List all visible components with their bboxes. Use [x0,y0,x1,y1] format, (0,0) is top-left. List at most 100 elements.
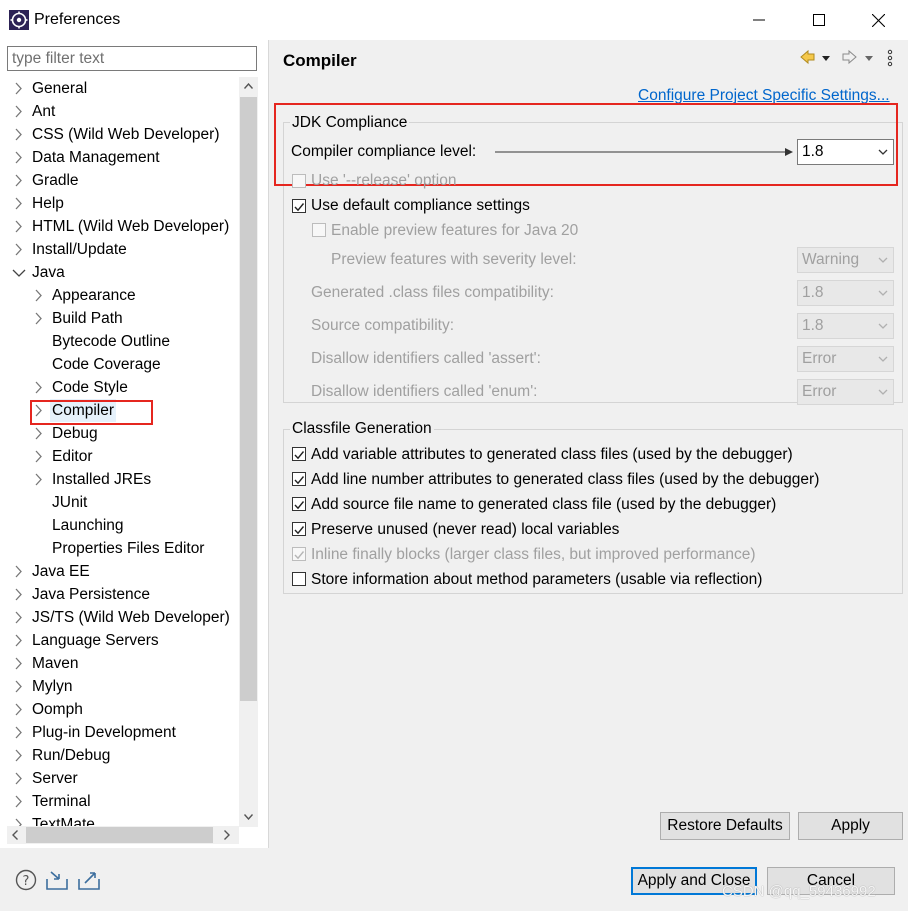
chevron-right-icon[interactable] [12,146,26,169]
chevron-right-icon[interactable] [12,629,26,652]
scroll-left-icon[interactable] [12,830,18,840]
chevron-right-icon[interactable] [12,813,26,827]
scroll-up-icon[interactable] [244,83,253,89]
close-window-button[interactable] [855,4,901,36]
release-option-checkbox[interactable] [292,174,306,188]
tree-item[interactable]: Build Path [0,307,239,330]
tree-item[interactable]: HTML (Wild Web Developer) [0,215,239,238]
tree-item[interactable]: Properties Files Editor [0,537,239,560]
chevron-right-icon[interactable] [12,698,26,721]
tree-horizontal-scrollbar[interactable] [7,826,239,844]
disallow-assert-select[interactable]: Error [797,346,894,372]
tree-item[interactable]: Appearance [0,284,239,307]
tree-item[interactable]: Oomph [0,698,239,721]
chevron-right-icon[interactable] [12,169,26,192]
preview-severity-select[interactable]: Warning [797,247,894,273]
chevron-right-icon[interactable] [32,445,46,468]
import-button[interactable] [45,869,69,891]
chevron-right-icon[interactable] [32,307,46,330]
help-button[interactable]: ? [15,869,37,891]
tree-item[interactable]: Bytecode Outline [0,330,239,353]
tree-item[interactable]: Language Servers [0,629,239,652]
scroll-right-icon[interactable] [224,830,230,840]
chevron-right-icon[interactable] [12,215,26,238]
tree-item[interactable]: JUnit [0,491,239,514]
filter-input[interactable] [7,46,257,71]
chevron-right-icon[interactable] [12,767,26,790]
classfile-option-checkbox[interactable] [292,572,306,586]
disallow-enum-select[interactable]: Error [797,379,894,405]
tree-item[interactable]: JS/TS (Wild Web Developer) [0,606,239,629]
chevron-right-icon[interactable] [12,606,26,629]
restore-defaults-button[interactable]: Restore Defaults [660,812,790,840]
chevron-down-icon[interactable] [12,261,26,284]
tree-item[interactable]: Java EE [0,560,239,583]
view-menu-button[interactable] [884,49,896,67]
tree-item[interactable]: Installed JREs [0,468,239,491]
tree-item[interactable]: Maven [0,652,239,675]
tree-item[interactable]: Install/Update [0,238,239,261]
tree-item[interactable]: Gradle [0,169,239,192]
tree-item[interactable]: Data Management [0,146,239,169]
chevron-right-icon[interactable] [12,721,26,744]
source-compat-select[interactable]: 1.8 [797,313,894,339]
chevron-right-icon[interactable] [32,422,46,445]
chevron-right-icon[interactable] [12,123,26,146]
tree-item[interactable]: Launching [0,514,239,537]
tree-item[interactable]: CSS (Wild Web Developer) [0,123,239,146]
forward-button[interactable] [842,49,876,67]
tree-item[interactable]: Code Style [0,376,239,399]
tree-item-label: Plug-in Development [32,724,176,741]
classfile-option-checkbox[interactable] [292,472,306,486]
chevron-right-icon[interactable] [32,468,46,491]
chevron-right-icon[interactable] [32,376,46,399]
chevron-right-icon[interactable] [12,583,26,606]
classfile-option-label: Add source file name to generated class … [311,496,777,513]
classfile-option-checkbox[interactable] [292,547,306,561]
tree-item[interactable]: General [0,77,239,100]
enable-preview-checkbox[interactable] [312,223,326,237]
tree-vertical-scrollbar[interactable] [239,77,258,827]
tree-item[interactable]: Java Persistence [0,583,239,606]
chevron-right-icon[interactable] [12,560,26,583]
maximize-button[interactable] [796,4,842,36]
apply-button[interactable]: Apply [798,812,903,840]
panel-divider[interactable] [268,40,269,848]
tree-item-label: Oomph [32,701,83,718]
minimize-button[interactable] [736,4,782,36]
tree-item[interactable]: Run/Debug [0,744,239,767]
classfile-option-checkbox[interactable] [292,447,306,461]
preview-severity-value: Warning [802,251,860,268]
tree-item[interactable]: Server [0,767,239,790]
classfile-option-checkbox[interactable] [292,522,306,536]
classfile-option-checkbox[interactable] [292,497,306,511]
export-button[interactable] [77,869,101,891]
chevron-right-icon[interactable] [12,238,26,261]
tree-item[interactable]: Plug-in Development [0,721,239,744]
tree-item[interactable]: Terminal [0,790,239,813]
classfile-option-label: Inline finally blocks (larger class file… [311,546,756,563]
chevron-down-icon [878,257,888,263]
chevron-right-icon[interactable] [32,284,46,307]
scroll-down-icon[interactable] [244,814,253,820]
back-button[interactable] [800,49,830,67]
chevron-right-icon[interactable] [12,652,26,675]
tree-item[interactable]: Debug [0,422,239,445]
chevron-right-icon[interactable] [12,100,26,123]
chevron-right-icon[interactable] [12,77,26,100]
tree-item[interactable]: Ant [0,100,239,123]
chevron-right-icon[interactable] [12,744,26,767]
tree-item[interactable]: Code Coverage [0,353,239,376]
tree-item[interactable]: Editor [0,445,239,468]
tree-item[interactable]: TextMate [0,813,239,827]
chevron-right-icon[interactable] [12,675,26,698]
horizontal-scroll-thumb[interactable] [26,827,213,843]
use-default-compliance-checkbox[interactable] [292,199,306,213]
tree-item[interactable]: Help [0,192,239,215]
chevron-right-icon[interactable] [12,192,26,215]
tree-item[interactable]: Mylyn [0,675,239,698]
generated-class-compat-select[interactable]: 1.8 [797,280,894,306]
tree-item[interactable]: Java [0,261,239,284]
chevron-right-icon[interactable] [12,790,26,813]
vertical-scroll-thumb[interactable] [240,97,257,701]
